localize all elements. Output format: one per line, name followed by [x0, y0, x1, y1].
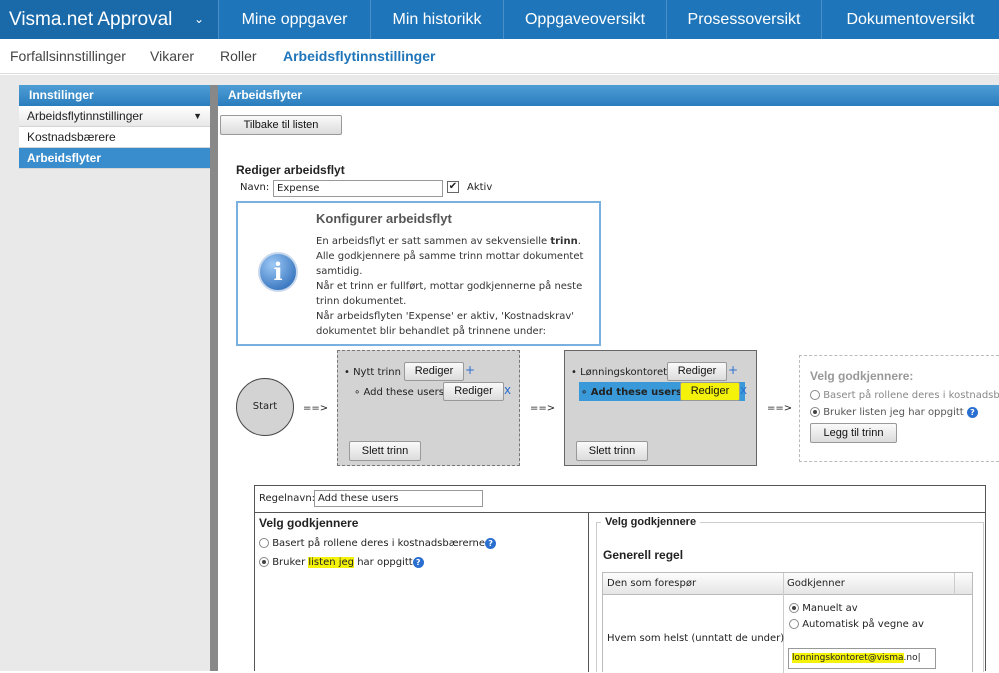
col-divider [783, 573, 784, 673]
approvers-legend: Velg godkjennere [601, 516, 701, 528]
step-1-delete-button[interactable]: Slett trinn [349, 441, 421, 461]
col-divider [954, 573, 955, 595]
step-2-rule-edit-button[interactable]: Rediger [680, 382, 740, 401]
step-1-edit-button[interactable]: Rediger [404, 362, 464, 381]
radio-roles[interactable] [810, 390, 820, 400]
step-2-title: • Lønningskontoret [571, 367, 668, 378]
app-brand-menu[interactable]: Visma.net Approval ⌄ [0, 0, 218, 39]
help-icon[interactable]: ? [966, 407, 978, 418]
pane-splitter[interactable] [210, 85, 218, 671]
sub-nav: Forfallsinnstillinger Vikarer Roller Arb… [0, 39, 999, 74]
sidebar-item-kostnadsbaerere[interactable]: Kostnadsbærere [19, 127, 210, 148]
rule-radio-list[interactable] [259, 557, 269, 567]
name-label: Navn: [240, 182, 270, 193]
info-text: En arbeidsflyt er satt sammen av sekvens… [316, 236, 584, 337]
active-label: Aktiv [467, 182, 493, 193]
back-to-list-button[interactable]: Tilbake til listen [220, 115, 342, 135]
close-icon[interactable]: x [740, 383, 747, 397]
top-nav: Visma.net Approval ⌄ Mine oppgaver Min h… [0, 0, 999, 39]
nav-min-historikk[interactable]: Min historikk [370, 0, 503, 39]
step-2-delete-button[interactable]: Slett trinn [576, 441, 648, 461]
option-automatic[interactable]: Automatisk på vegne av [789, 619, 924, 630]
flow-arrow: ==> [303, 403, 329, 414]
subnav-vikarer[interactable]: Vikarer [150, 48, 194, 64]
flow-arrow: ==> [767, 403, 793, 414]
sidebar-item-arbeidsflyter[interactable]: Arbeidsflyter [19, 148, 210, 169]
nav-prosessoversikt[interactable]: Prosessoversikt [666, 0, 821, 39]
plus-icon[interactable]: + [465, 363, 475, 377]
info-box: i Konfigurer arbeidsflyt En arbeidsflyt … [236, 201, 601, 346]
col-requester: Den som forespør [607, 578, 697, 589]
new-step-panel: Velg godkjennere: Basert på rollene dere… [799, 355, 999, 462]
sidebar-title: Innstilinger [19, 85, 210, 106]
chevron-down-icon: ⌄ [194, 12, 205, 26]
rule-radio-roles[interactable] [259, 538, 269, 548]
rule-divider [255, 512, 985, 513]
edit-workflow-title: Rediger arbeidsflyt [236, 163, 345, 177]
col-approver: Godkjenner [787, 578, 845, 589]
step-2: • Lønningskontoret ∘ Add these users Red… [564, 350, 757, 466]
step-1-rule-edit-button[interactable]: Rediger [443, 382, 504, 401]
rule-table: Den som forespør Godkjenner Hvem som hel… [602, 572, 973, 673]
step-1-sub: ∘ Add these users [354, 387, 444, 398]
step-2-sub: ∘ Add these users [581, 387, 682, 398]
subnav-arbeidsflytinnstillinger[interactable]: Arbeidsflytinnstillinger [283, 48, 435, 64]
rule-option-roles[interactable]: Basert på rollene deres i kostnadsbærern… [259, 538, 497, 549]
active-checkbox[interactable]: ✔ [447, 181, 459, 193]
main-title: Arbeidsflyter [218, 85, 999, 106]
option-roles[interactable]: Basert på rollene deres i kostnadsba [810, 390, 999, 401]
rule-editor: Regelnavn: Add these users Velg godkjenn… [254, 485, 986, 673]
sidebar: Innstilinger Arbeidsflytinnstillinger ▼ … [19, 85, 210, 169]
caret-down-icon: ▼ [193, 111, 202, 121]
help-icon[interactable]: ? [412, 557, 424, 568]
app-brand: Visma.net Approval [9, 9, 173, 30]
nav-dokumentoversikt[interactable]: Dokumentoversikt [821, 0, 999, 39]
nav-oppgaveoversikt[interactable]: Oppgaveoversikt [503, 0, 666, 39]
rule-column-divider [588, 512, 589, 672]
option-manual[interactable]: Manuelt av [789, 603, 858, 614]
radio-manual[interactable] [789, 603, 799, 613]
workflow-name-field[interactable]: Expense [273, 180, 443, 197]
option-list[interactable]: Bruker listen jeg har oppgitt ? [810, 407, 978, 418]
sidebar-dropdown-label: Arbeidsflytinnstillinger [27, 109, 144, 123]
rule-left-title: Velg godkjennere [259, 516, 359, 530]
add-step-button[interactable]: Legg til trinn [810, 423, 897, 443]
flow-arrow: ==> [530, 403, 556, 414]
rule-name-field[interactable]: Add these users [314, 490, 483, 507]
step-1: • Nytt trinn ∘ Add these users Rediger +… [337, 350, 520, 466]
general-rule-title: Generell regel [603, 548, 684, 562]
subnav-forfallsinnstillinger[interactable]: Forfallsinnstillinger [10, 48, 126, 64]
plus-icon[interactable]: + [728, 363, 738, 377]
info-icon: i [258, 252, 298, 292]
step-1-title: • Nytt trinn [344, 367, 401, 378]
approver-email-field[interactable]: lonningskontoret@visma.no| [788, 648, 936, 669]
rule-name-label: Regelnavn: [259, 493, 316, 504]
start-node: Start [236, 378, 294, 436]
radio-automatic[interactable] [789, 619, 799, 629]
step-2-edit-button[interactable]: Rediger [667, 362, 727, 381]
nav-mine-oppgaver[interactable]: Mine oppgaver [218, 0, 370, 39]
close-icon[interactable]: x [504, 383, 511, 397]
info-title: Konfigurer arbeidsflyt [316, 211, 452, 226]
rule-option-list[interactable]: Bruker listen jeg har oppgitt? [259, 557, 424, 568]
sidebar-dropdown[interactable]: Arbeidsflytinnstillinger ▼ [19, 106, 210, 127]
subnav-roller[interactable]: Roller [220, 48, 257, 64]
help-icon[interactable]: ? [485, 538, 497, 549]
row-anyone: Hvem som helst (unntatt de under) [607, 633, 785, 644]
radio-list[interactable] [810, 407, 820, 417]
choose-approvers-title: Velg godkjennere: [810, 369, 914, 383]
